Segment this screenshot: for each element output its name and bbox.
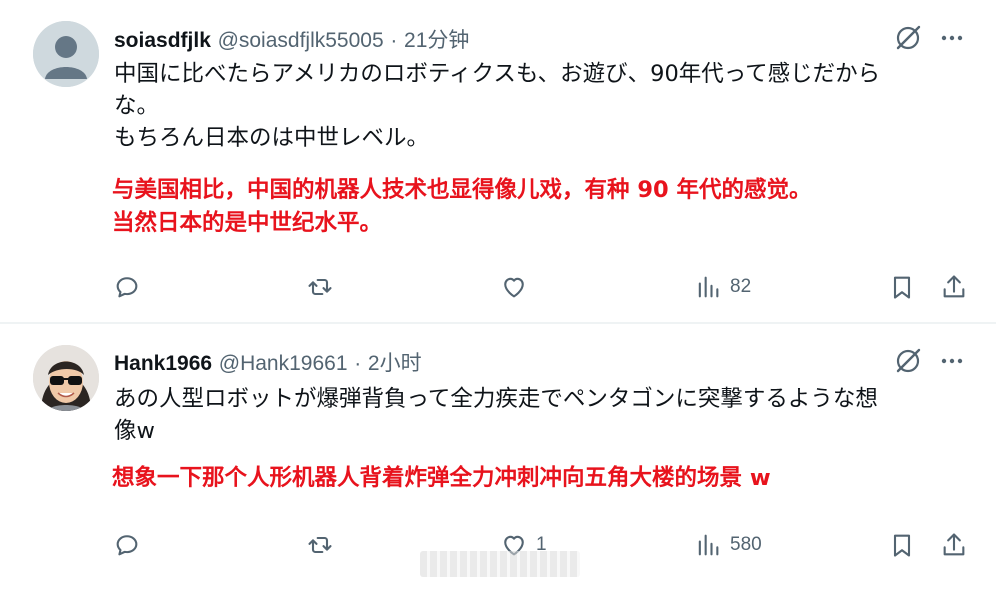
separator-dot: · xyxy=(354,352,362,375)
display-name[interactable]: Hank1966 xyxy=(114,352,212,375)
timestamp[interactable]: 21分钟 xyxy=(404,29,469,52)
translation-text: 与美国相比，中国的机器人技术也显得像儿戏，有种 90 年代的感觉。 当然日本的是… xyxy=(112,174,811,240)
grok-icon xyxy=(896,348,921,373)
views-button[interactable]: 580 xyxy=(694,525,762,565)
grok-button[interactable] xyxy=(892,22,924,54)
tweet-text-line: 中国に比べたらアメリカのロボティクスも、お遊び、90年代って感じだから xyxy=(114,61,881,87)
tweet-text: あの人型ロボットが爆弾背負って全力疾走でペンタゴンに突撃するような想 像w xyxy=(114,383,964,447)
grok-icon xyxy=(896,25,921,50)
views-count: 580 xyxy=(730,534,762,555)
more-button[interactable] xyxy=(936,22,968,54)
share-icon xyxy=(943,533,965,556)
user-photo-icon xyxy=(33,345,99,411)
grok-button[interactable] xyxy=(892,345,924,377)
user-handle[interactable]: @soiasdfjlk55005 xyxy=(218,29,384,52)
tweet-header: Hank1966 @Hank19661 · 2小时 xyxy=(114,347,422,377)
tweet-text: 中国に比べたらアメリカのロボティクスも、お遊び、90年代って感じだから な。 も… xyxy=(114,58,964,154)
tweet-text-line: あの人型ロボットが爆弾背負って全力疾走でペンタゴンに突撃するような想 xyxy=(114,386,878,412)
share-button[interactable] xyxy=(940,525,968,565)
tweet-text-line: もちろん日本のは中世レベル。 xyxy=(114,125,430,151)
views-icon xyxy=(698,534,719,556)
timestamp[interactable]: 2小时 xyxy=(368,352,422,375)
tweet-text-line: な。 xyxy=(114,93,160,119)
translation-line: 当然日本的是中世纪水平。 xyxy=(112,210,383,236)
share-icon xyxy=(943,275,965,298)
translation-line: 与美国相比，中国的机器人技术也显得像儿戏，有种 90 年代的感觉。 xyxy=(112,177,812,203)
more-button[interactable] xyxy=(936,345,968,377)
views-button[interactable]: 82 xyxy=(694,267,751,307)
action-bar: 82 xyxy=(0,267,996,307)
watermark xyxy=(420,551,580,577)
retweet-icon xyxy=(308,278,332,296)
reply-icon xyxy=(116,535,138,556)
more-icon xyxy=(941,35,963,41)
retweet-icon xyxy=(308,536,332,554)
views-icon xyxy=(698,276,719,298)
tweet-text-line: 像w xyxy=(114,418,155,444)
tweet-divider xyxy=(0,322,996,324)
bookmark-icon xyxy=(893,534,911,557)
like-button[interactable] xyxy=(500,267,536,307)
display-name[interactable]: soiasdfjlk xyxy=(114,29,211,52)
user-handle[interactable]: @Hank19661 xyxy=(219,352,348,375)
separator-dot: · xyxy=(390,29,398,52)
bookmark-button[interactable] xyxy=(888,267,916,307)
reply-icon xyxy=(116,277,138,298)
retweet-button[interactable] xyxy=(306,525,334,565)
translation-text: 想象一下那个人形机器人背着炸弹全力冲刺冲向五角大楼的场景 w xyxy=(112,462,771,495)
reply-button[interactable] xyxy=(113,267,141,307)
share-button[interactable] xyxy=(940,267,968,307)
reply-button[interactable] xyxy=(113,525,141,565)
heart-icon xyxy=(504,277,524,298)
bookmark-button[interactable] xyxy=(888,525,916,565)
translation-line: 想象一下那个人形机器人背着炸弹全力冲刺冲向五角大楼的场景 w xyxy=(112,465,771,491)
avatar[interactable] xyxy=(33,345,99,411)
views-count: 82 xyxy=(730,276,752,297)
bookmark-icon xyxy=(893,276,911,299)
avatar[interactable] xyxy=(33,21,99,87)
tweet-header: soiasdfjlk @soiasdfjlk55005 · 21分钟 xyxy=(114,24,469,54)
default-avatar-icon xyxy=(33,21,99,87)
tweet[interactable]: soiasdfjlk @soiasdfjlk55005 · 21分钟 中国に比べ… xyxy=(0,0,996,323)
more-icon xyxy=(941,358,963,364)
retweet-button[interactable] xyxy=(306,267,334,307)
